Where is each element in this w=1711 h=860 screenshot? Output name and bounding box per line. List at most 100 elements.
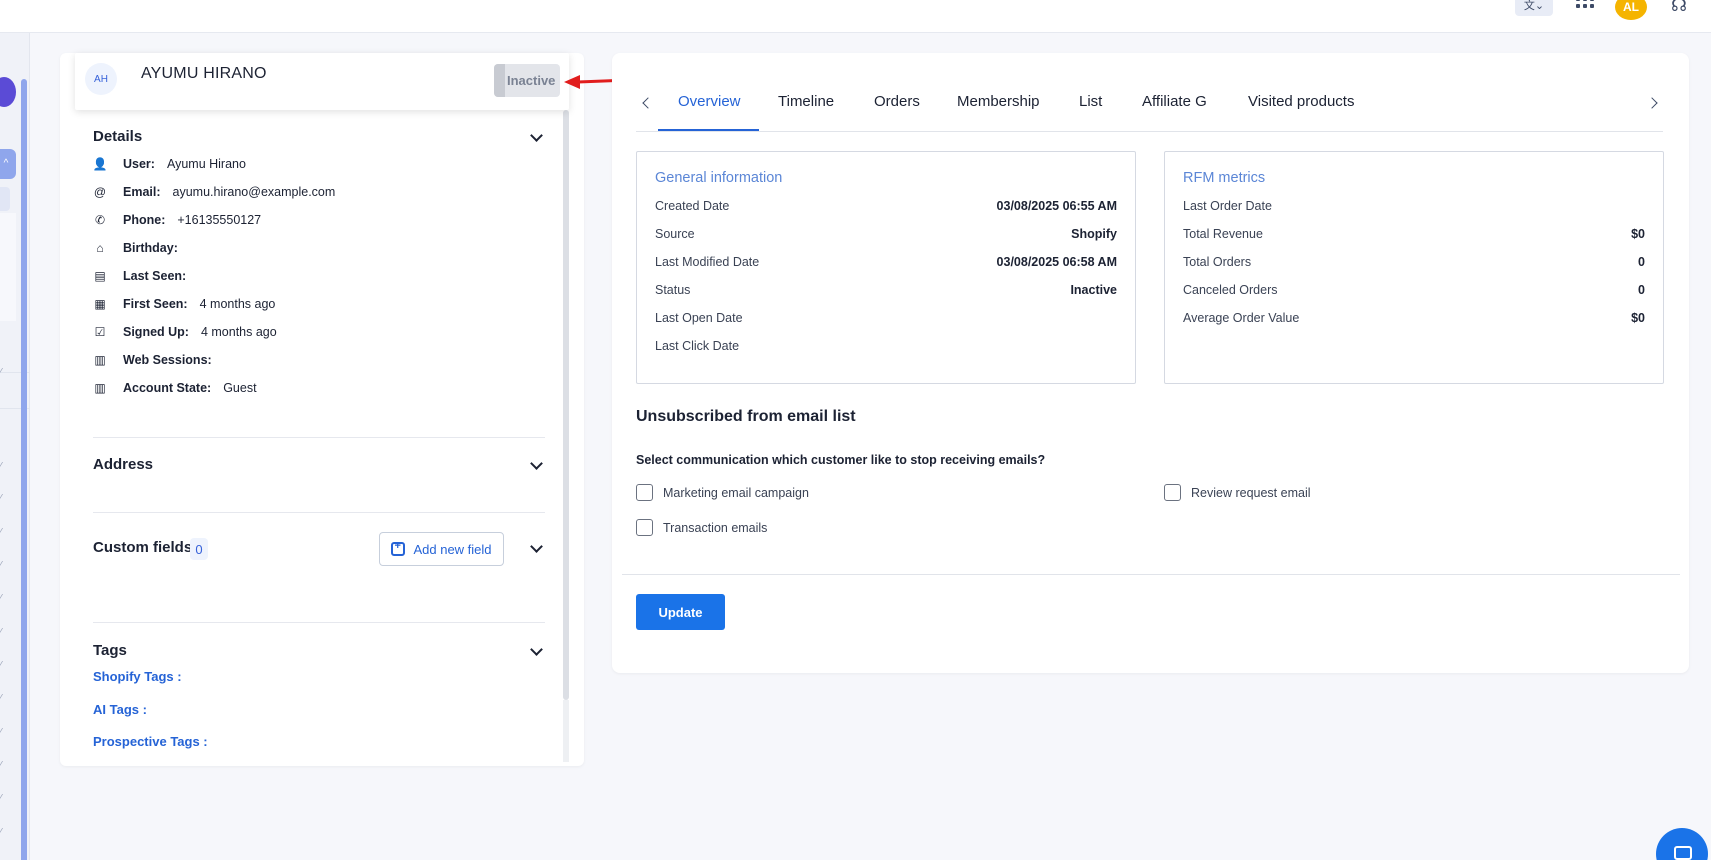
marketing-email-option[interactable]: Marketing email campaign xyxy=(636,484,809,501)
translate-icon[interactable]: 文⌄ xyxy=(1515,0,1553,16)
tabs-scroll-right-icon[interactable] xyxy=(1646,94,1664,112)
info-label: Canceled Orders xyxy=(1183,283,1278,297)
nav-item[interactable]: ⁄ xyxy=(0,660,2,671)
address-title: Address xyxy=(93,456,154,473)
transaction-emails-option[interactable]: Transaction emails xyxy=(636,519,767,536)
bar-chart-icon: ▥ xyxy=(94,353,106,367)
address-chevron-down-icon[interactable] xyxy=(529,458,543,472)
shopify-tags-label: Shopify Tags : xyxy=(93,669,182,684)
detail-value: +16135550127 xyxy=(177,213,262,227)
tab-membership[interactable]: Membership xyxy=(957,93,1040,110)
tabs-divider xyxy=(636,131,1663,132)
nav-item[interactable]: ⁄ xyxy=(0,560,2,571)
nav-item[interactable]: ⁄ xyxy=(0,827,2,838)
nav-active-item[interactable]: ^ xyxy=(0,149,16,179)
nav-item[interactable]: ⁄ xyxy=(0,793,2,804)
info-row: Last Order Date xyxy=(1183,199,1645,217)
nav-item[interactable]: ⁄ xyxy=(0,461,2,472)
detail-label: Web Sessions: xyxy=(123,353,212,367)
detail-label: Email: xyxy=(123,185,161,199)
rfm-metrics-card: RFM metrics Last Order Date Total Revenue… xyxy=(1164,151,1664,384)
tab-affiliate-g[interactable]: Affiliate G xyxy=(1142,93,1207,110)
nav-item[interactable]: ⁄ xyxy=(0,527,2,538)
detail-label: Last Seen: xyxy=(123,269,187,283)
tab-overview[interactable]: Overview xyxy=(678,93,741,110)
info-value: Inactive xyxy=(1070,283,1117,297)
review-request-option[interactable]: Review request email xyxy=(1164,484,1311,501)
nav-item[interactable]: ⁄ xyxy=(0,627,2,638)
transaction-emails-checkbox[interactable] xyxy=(636,519,653,536)
add-new-field-button[interactable]: Add new field xyxy=(379,532,504,566)
info-value: 03/08/2025 06:55 AM xyxy=(996,199,1117,213)
bar-chart-icon: ▥ xyxy=(94,381,106,395)
user-avatar[interactable]: AL xyxy=(1615,0,1647,20)
info-row: Canceled Orders 0 xyxy=(1183,283,1645,301)
detail-row: ⌂ Birthday: xyxy=(93,239,190,257)
detail-row: ▥ Account State: Guest xyxy=(93,379,257,397)
info-row: Total Orders 0 xyxy=(1183,255,1645,273)
tabs-scroll-left-icon[interactable] xyxy=(639,94,657,112)
detail-label: User: xyxy=(123,157,155,171)
update-button[interactable]: Update xyxy=(636,594,725,630)
review-request-label: Review request email xyxy=(1191,485,1311,500)
status-toggle-label: Inactive xyxy=(507,73,556,88)
marketing-email-checkbox[interactable] xyxy=(636,484,653,501)
phone-icon: ✆ xyxy=(94,213,106,227)
detail-row: @ Email: ayumu.hirano@example.com xyxy=(93,183,335,201)
details-chevron-down-icon[interactable] xyxy=(529,130,543,144)
detail-value: 4 months ago xyxy=(199,297,276,311)
birthday-cake-icon: ⌂ xyxy=(96,241,104,255)
info-row: Source Shopify xyxy=(655,227,1117,245)
customer-header-card: AH AYUMU HIRANO Inactive xyxy=(75,53,569,110)
info-label: Created Date xyxy=(655,199,730,213)
nav-sub-item[interactable] xyxy=(0,187,10,211)
details-title: Details xyxy=(93,128,143,145)
info-value: Shopify xyxy=(1071,227,1117,241)
info-row: Last Open Date xyxy=(655,311,1117,329)
tab-timeline[interactable]: Timeline xyxy=(778,93,834,110)
info-value: 0 xyxy=(1638,255,1645,269)
nav-item[interactable]: ⁄ xyxy=(0,760,2,771)
nav-item[interactable]: ⁄ xyxy=(0,493,2,504)
tags-chevron-down-icon[interactable] xyxy=(529,644,543,658)
tab-orders[interactable]: Orders xyxy=(874,93,920,110)
nav-item[interactable]: ⁄ xyxy=(0,727,2,738)
section-divider xyxy=(93,512,545,513)
info-row: Created Date 03/08/2025 06:55 AM xyxy=(655,199,1117,217)
status-toggle[interactable]: Inactive xyxy=(494,64,560,97)
general-information-card: General information Created Date 03/08/20… xyxy=(636,151,1136,384)
info-row: Last Click Date xyxy=(655,339,1117,357)
nav-item[interactable]: ⁄ xyxy=(0,693,2,704)
profile-scrollbar[interactable] xyxy=(563,110,569,700)
info-label: Total Orders xyxy=(1183,255,1252,269)
info-row: Last Modified Date 03/08/2025 06:58 AM xyxy=(655,255,1117,273)
detail-label: Birthday: xyxy=(123,241,178,255)
tab-list[interactable]: List xyxy=(1079,93,1102,110)
top-bar: 文⌄ AL ☊ xyxy=(0,0,1711,33)
form-divider xyxy=(622,574,1680,575)
support-headset-icon[interactable]: ☊ xyxy=(1662,0,1696,16)
nav-item[interactable]: ⁄ xyxy=(0,367,2,378)
at-icon: @ xyxy=(93,185,107,199)
nav-block xyxy=(0,213,16,321)
chat-icon xyxy=(1674,846,1692,860)
chat-launcher[interactable] xyxy=(1656,828,1708,860)
rfm-metrics-title: RFM metrics xyxy=(1183,170,1266,186)
custom-fields-chevron-down-icon[interactable] xyxy=(529,541,543,555)
custom-fields-title: Custom fields xyxy=(93,539,193,556)
info-value: 03/08/2025 06:58 AM xyxy=(996,255,1117,269)
tab-visited-products[interactable]: Visited products xyxy=(1248,93,1354,110)
nav-item[interactable]: ⁄ xyxy=(0,593,2,604)
detail-label: Signed Up: xyxy=(123,325,189,339)
detail-value: Guest xyxy=(223,381,257,395)
review-request-checkbox[interactable] xyxy=(1164,484,1181,501)
nav-logo[interactable] xyxy=(0,77,16,107)
add-square-icon xyxy=(391,540,406,556)
detail-row: ☑ Signed Up: 4 months ago xyxy=(93,323,277,341)
marketing-email-label: Marketing email campaign xyxy=(663,485,809,500)
info-row: Average Order Value $0 xyxy=(1183,311,1645,329)
info-value: $0 xyxy=(1631,227,1645,241)
nav-scrollbar[interactable] xyxy=(21,79,27,860)
apps-grid-icon[interactable] xyxy=(1574,0,1596,10)
detail-label: Account State: xyxy=(123,381,212,395)
